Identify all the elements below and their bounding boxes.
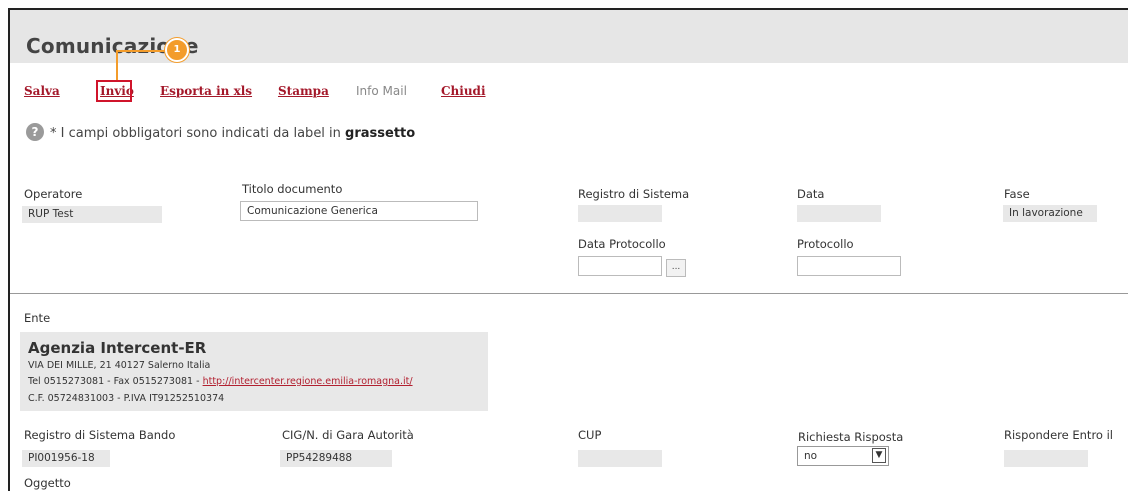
ente-card: Agenzia Intercent-ER VIA DEI MILLE, 21 4… <box>20 332 488 411</box>
cig-field: PP54289488 <box>280 450 392 467</box>
operatore-label: Operatore <box>24 187 83 201</box>
richiesta-value: no <box>804 450 818 462</box>
titolo-input[interactable]: Comunicazione Generica <box>240 201 478 221</box>
ente-contacts-text: Tel 0515273081 - Fax 0515273081 - <box>28 376 203 387</box>
ente-contacts: Tel 0515273081 - Fax 0515273081 - http:/… <box>28 376 413 387</box>
export-xls-button[interactable]: Esporta in xls <box>160 84 252 98</box>
registro-bando-field: PI001956-18 <box>22 450 110 467</box>
data-label: Data <box>797 187 825 201</box>
protocollo-label: Protocollo <box>797 237 854 251</box>
help-icon: ? <box>26 123 44 141</box>
send-highlight-box <box>96 80 132 102</box>
rispondere-label: Rispondere Entro il <box>1004 428 1114 442</box>
ente-name: Agenzia Intercent-ER <box>28 339 207 357</box>
fase-field: In lavorazione <box>1003 205 1097 222</box>
richiesta-label: Richiesta Risposta <box>798 430 904 444</box>
callout-connector-horizontal <box>116 50 171 52</box>
cig-label: CIG/N. di Gara Autorità <box>282 428 414 442</box>
ente-label: Ente <box>24 311 51 325</box>
section-divider <box>10 293 1128 294</box>
ente-fiscal: C.F. 05724831003 - P.IVA IT91252510374 <box>28 393 225 404</box>
registro-field <box>578 205 662 222</box>
info-mail-button: Info Mail <box>356 84 407 98</box>
cup-label: CUP <box>578 428 602 442</box>
oggetto-label: Oggetto <box>24 476 71 490</box>
required-fields-note: * I campi obbligatori sono indicati da l… <box>50 126 415 141</box>
titolo-label: Titolo documento <box>242 182 343 196</box>
data-protocollo-input[interactable] <box>578 256 662 276</box>
callout-badge: 1 <box>165 38 189 62</box>
richiesta-select[interactable]: no ▼ <box>797 446 889 466</box>
ente-website-link[interactable]: http://intercenter.regione.emilia-romagn… <box>203 376 413 387</box>
rispondere-field <box>1004 450 1088 467</box>
close-button[interactable]: Chiudi <box>441 84 486 98</box>
protocollo-input[interactable] <box>797 256 901 276</box>
data-field <box>797 205 881 222</box>
required-note-bold: grassetto <box>345 126 416 141</box>
callout-connector <box>116 50 118 80</box>
fase-label: Fase <box>1004 187 1030 201</box>
ente-address: VIA DEI MILLE, 21 40127 Salerno Italia <box>28 360 211 371</box>
registro-label: Registro di Sistema <box>578 187 690 201</box>
chevron-down-icon: ▼ <box>872 448 886 463</box>
required-note-text: * I campi obbligatori sono indicati da l… <box>50 126 346 141</box>
document-window: Comunicazione 1 Salva Invio Esporta in x… <box>8 8 1128 491</box>
operatore-field: RUP Test <box>22 206 162 223</box>
save-button[interactable]: Salva <box>24 84 60 98</box>
data-protocollo-label: Data Protocollo <box>578 237 666 251</box>
registro-bando-label: Registro di Sistema Bando <box>24 428 176 442</box>
cup-field <box>578 450 662 467</box>
print-button[interactable]: Stampa <box>278 84 329 98</box>
date-picker-button[interactable]: ... <box>666 259 686 277</box>
